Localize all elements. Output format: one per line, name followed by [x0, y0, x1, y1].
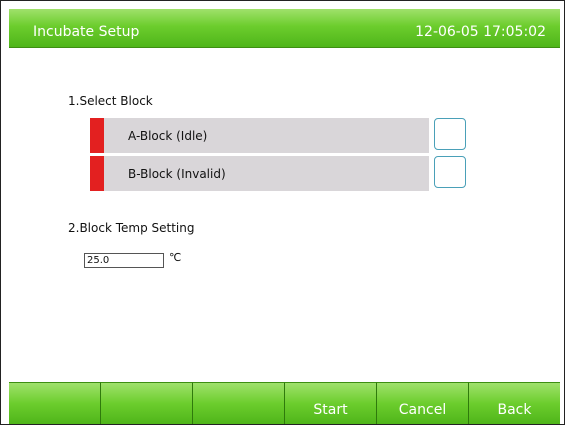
app-frame: Incubate Setup 12-06-05 17:05:02 1.Selec… — [0, 0, 565, 425]
temp-unit-label: ℃ — [169, 251, 182, 264]
block-temp-input[interactable]: 25.0 — [84, 253, 164, 268]
back-button[interactable]: Back — [469, 382, 560, 424]
function-button-1[interactable] — [9, 382, 101, 424]
datetime-display: 12-06-05 17:05:02 — [415, 24, 546, 40]
main-content: 1.Select Block A-Block (Idle) B-Block (I… — [9, 48, 560, 382]
cancel-button[interactable]: Cancel — [377, 382, 469, 424]
block-a-status-marker — [90, 118, 104, 153]
block-row-b[interactable]: B-Block (Invalid) — [90, 156, 429, 191]
select-block-heading: 1.Select Block — [68, 94, 153, 108]
block-row-a[interactable]: A-Block (Idle) — [90, 118, 429, 153]
block-b-checkbox[interactable] — [434, 156, 466, 188]
block-b-label: B-Block (Invalid) — [128, 167, 226, 181]
temp-setting-heading: 2.Block Temp Setting — [68, 221, 195, 235]
screen-title: Incubate Setup — [33, 24, 140, 40]
title-bar: Incubate Setup 12-06-05 17:05:02 — [9, 9, 560, 48]
function-button-2[interactable] — [101, 382, 193, 424]
bottom-button-bar: Start Cancel Back — [9, 382, 560, 424]
block-a-checkbox[interactable] — [434, 118, 466, 150]
block-a-label: A-Block (Idle) — [128, 129, 208, 143]
start-button[interactable]: Start — [285, 382, 377, 424]
block-b-status-marker — [90, 156, 104, 191]
function-button-3[interactable] — [193, 382, 285, 424]
